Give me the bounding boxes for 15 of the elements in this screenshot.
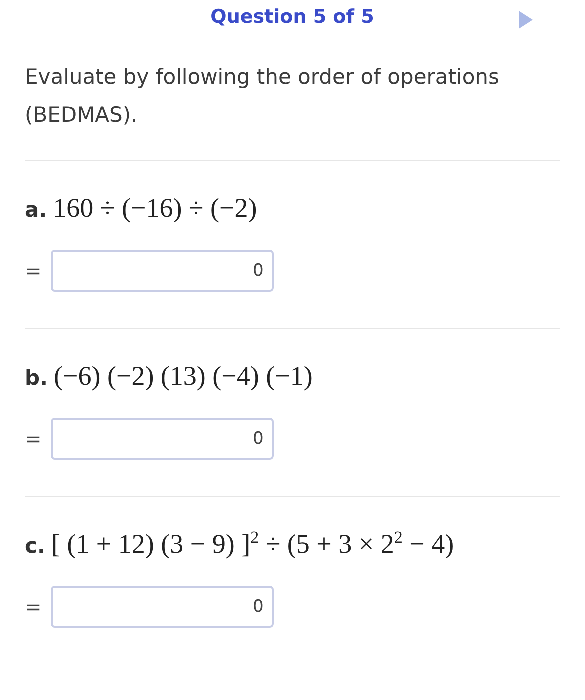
math-expression: 160 ÷ (−16) ÷ (−2) — [53, 193, 258, 224]
math-expression: [ (1 + 12) (3 − 9) ]$^{2}$ ÷ (5 + 3 × 2$^{2}$ − 4) — [51, 529, 454, 560]
equals-sign: = — [25, 259, 42, 283]
answer-field[interactable]: 0 — [50, 250, 274, 292]
question-counter: Question 5 of 5 — [210, 6, 374, 28]
instruction-text: Evaluate by following the order of operations (BEDMAS). — [25, 64, 500, 129]
part-label: b. — [25, 366, 48, 390]
equals-sign: = — [25, 427, 42, 451]
equals-sign: = — [25, 595, 42, 619]
play-triangle-icon — [519, 11, 533, 29]
answer-field[interactable]: 0 — [50, 586, 274, 628]
answer-field[interactable]: 0 — [50, 418, 274, 460]
part-label: a. — [25, 198, 48, 222]
part-label: c. — [25, 534, 46, 558]
math-expression: (−6) (−2) (13) (−4) (−1) — [54, 361, 313, 392]
